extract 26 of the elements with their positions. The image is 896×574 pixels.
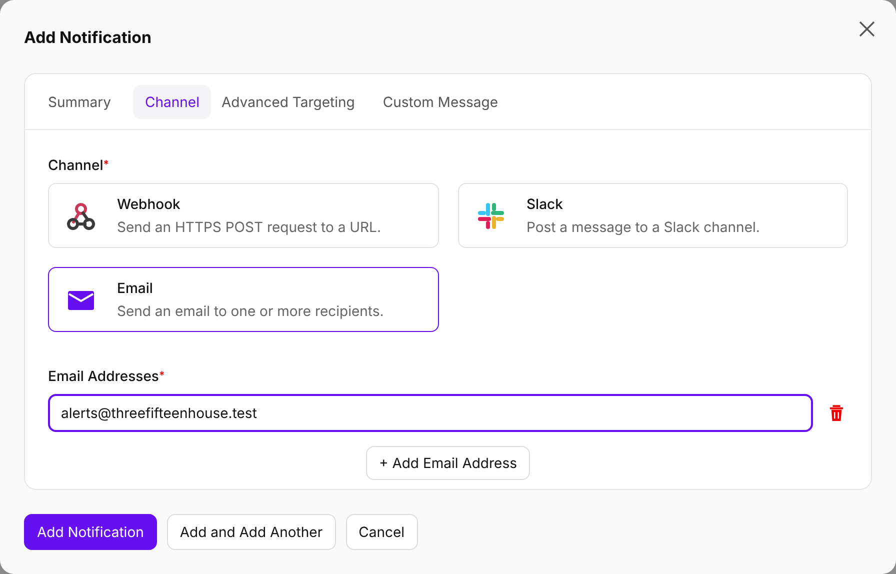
trash-icon (829, 404, 844, 422)
footer-button[interactable]: Add Notification (24, 514, 157, 550)
add-email-button[interactable]: + Add Email Address (366, 446, 530, 480)
tab[interactable]: Custom Message (370, 85, 510, 119)
field-label: Channel (48, 157, 104, 174)
close-button[interactable] (858, 20, 876, 38)
option-description: Send an HTTPS POST request to a URL. (117, 218, 382, 236)
footer-button[interactable]: Add and Add Another (166, 514, 336, 550)
channel-option[interactable]: Slack Post a message to a Slack channel. (458, 183, 848, 248)
option-title: Slack (526, 196, 564, 212)
field-label: Email Addresses (48, 368, 159, 385)
required-mark: * (158, 368, 165, 382)
channel-option[interactable]: Email Send an email to one or more recipients. (48, 267, 438, 332)
option-description: Send an email to one or more recipients. (117, 302, 384, 320)
option-title: Email (117, 280, 154, 296)
close-icon (858, 20, 876, 38)
tab[interactable]: Channel (133, 85, 212, 119)
dialog-title: Add Notification (24, 27, 152, 47)
channel-option[interactable]: Webhook Send an HTTPS POST request to a URL. (48, 183, 438, 248)
option-title: Webhook (117, 196, 182, 212)
email-input-field[interactable]: alerts@threefifteenhouse.test (48, 394, 813, 432)
required-mark: * (103, 157, 109, 171)
option-description: Post a message to a Slack channel. (526, 218, 760, 236)
footer-button[interactable]: Cancel (346, 514, 418, 550)
tab[interactable]: Advanced Targeting (209, 85, 367, 119)
tab[interactable]: Summary (36, 85, 124, 119)
